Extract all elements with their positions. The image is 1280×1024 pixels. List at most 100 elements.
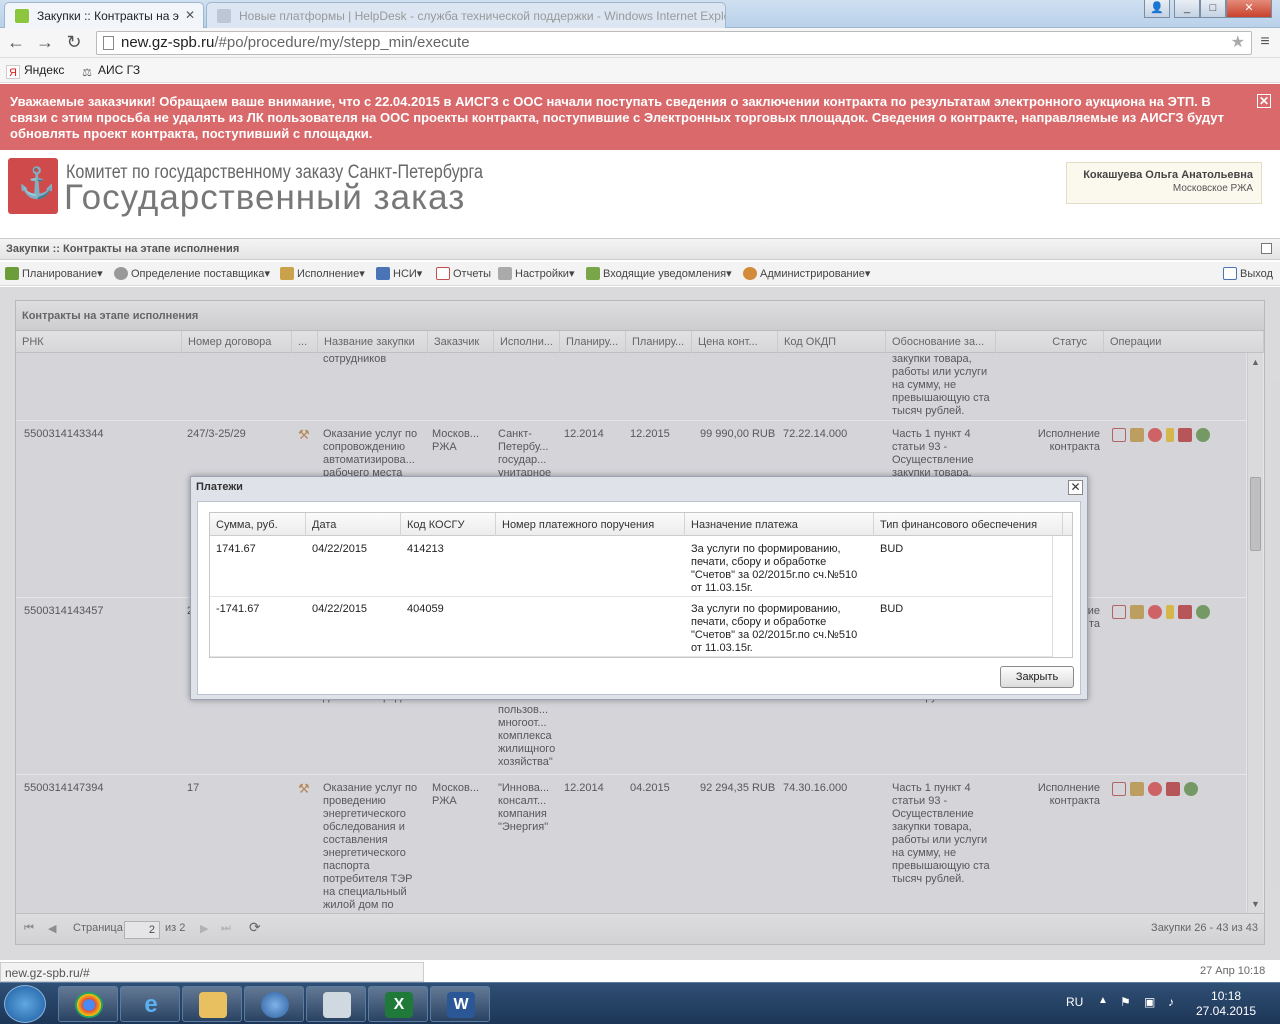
url-path: /#po/procedure/my/stepp_min/execute bbox=[214, 34, 470, 51]
menu-supplier[interactable]: Определение поставщика▾ bbox=[114, 267, 270, 280]
reload-icon[interactable]: ↻ bbox=[63, 32, 85, 54]
spb-emblem-logo: ⚓ bbox=[8, 158, 58, 214]
tray-clock[interactable]: 10:18 27.04.2015 bbox=[1196, 989, 1256, 1019]
bookmark-yandex[interactable]: Я Яндекс bbox=[6, 63, 64, 79]
taskbar-explorer[interactable] bbox=[182, 986, 242, 1022]
col-purpose[interactable]: Назначение платежа bbox=[685, 513, 874, 536]
tab-favicon-icon bbox=[15, 9, 29, 23]
ie-icon: e bbox=[144, 991, 158, 1018]
book-icon bbox=[376, 267, 390, 280]
chrome-icon bbox=[75, 992, 103, 1018]
url-domain: new.gz-spb.ru bbox=[121, 34, 215, 51]
menu-admin[interactable]: Администрирование▾ bbox=[743, 267, 870, 280]
scanner-icon bbox=[323, 992, 351, 1018]
window-close-button[interactable]: ✕ bbox=[1226, 0, 1272, 18]
page-timestamp: 27 Апр 10:18 bbox=[1200, 965, 1266, 977]
payment-sum: -1741.67 bbox=[216, 603, 260, 615]
tab-close-icon[interactable]: ✕ bbox=[185, 8, 195, 22]
menu-label: Входящие уведомления bbox=[603, 268, 727, 280]
admin-icon bbox=[743, 267, 757, 280]
bookmark-label: Яндекс bbox=[24, 63, 65, 77]
taskbar-excel[interactable]: X bbox=[368, 986, 428, 1022]
menu-label: Определение поставщика bbox=[131, 268, 265, 280]
menu-label: Отчеты bbox=[453, 268, 492, 280]
taskbar-word[interactable]: W bbox=[430, 986, 490, 1022]
menu-settings[interactable]: Настройки▾ bbox=[498, 267, 574, 280]
menu-icon[interactable]: ≡ bbox=[1254, 32, 1276, 54]
notice-close-icon[interactable]: ✕ bbox=[1257, 94, 1271, 108]
ais-icon: ⚖ bbox=[82, 67, 92, 79]
mail-icon bbox=[261, 992, 289, 1018]
payment-date: 04/22/2015 bbox=[312, 543, 368, 555]
close-button[interactable]: Закрыть bbox=[1000, 666, 1074, 688]
page-icon bbox=[103, 36, 114, 50]
site-title: Государственный заказ bbox=[64, 178, 466, 217]
tab-title: Закупки :: Контракты на э bbox=[37, 9, 179, 23]
user-info[interactable]: Кокашуева Ольга Анатольевна Московское Р… bbox=[1066, 162, 1262, 204]
logout-button[interactable]: Выход bbox=[1223, 267, 1273, 280]
menu-notifications[interactable]: Входящие уведомления▾ bbox=[586, 267, 732, 280]
payments-scrollbar[interactable] bbox=[1052, 536, 1072, 657]
main-menu: Планирование▾ Определение поставщика▾ Ис… bbox=[0, 262, 1280, 286]
network-icon[interactable]: ▣ bbox=[1144, 995, 1155, 1009]
menu-label: Исполнение bbox=[297, 268, 360, 280]
browser-tabstrip: Закупки :: Контракты на э ✕ Новые платфо… bbox=[0, 0, 1280, 28]
taskbar-chrome[interactable] bbox=[58, 986, 118, 1022]
status-url: new.gz-spb.ru/# bbox=[0, 962, 424, 982]
col-sum[interactable]: Сумма, руб. bbox=[210, 513, 306, 536]
windows-taskbar: e X W RU ▲ ⚑ ▣ ♪ 10:18 27.04.2015 bbox=[0, 982, 1280, 1024]
menu-planning[interactable]: Планирование▾ bbox=[5, 267, 103, 280]
menu-label: Планирование bbox=[22, 268, 98, 280]
flag-icon[interactable]: ⚑ bbox=[1120, 995, 1131, 1009]
word-icon: W bbox=[447, 992, 475, 1018]
minimize-button[interactable]: _ bbox=[1174, 0, 1200, 18]
tray-arrow-icon[interactable]: ▲ bbox=[1098, 995, 1108, 1006]
forward-icon[interactable]: → bbox=[34, 32, 56, 54]
payment-kosgu: 414213 bbox=[407, 543, 444, 555]
menu-nsi[interactable]: НСИ▾ bbox=[376, 267, 422, 280]
collapse-icon[interactable] bbox=[1261, 243, 1272, 254]
browser-tab-inactive[interactable]: Новые платформы | HelpDesk - служба техн… bbox=[206, 2, 726, 28]
site-header: ⚓ Комитет по государственному заказу Сан… bbox=[0, 150, 1280, 236]
taskbar-ie[interactable]: e bbox=[120, 986, 180, 1022]
user-name: Кокашуева Ольга Анатольевна bbox=[1083, 169, 1253, 181]
payment-row[interactable]: -1741.67 04/22/2015 404059 За услуги по … bbox=[210, 597, 1052, 657]
col-kosgu[interactable]: Код КОСГУ bbox=[401, 513, 496, 536]
maximize-button[interactable]: □ bbox=[1200, 0, 1226, 18]
volume-icon[interactable]: ♪ bbox=[1168, 995, 1174, 1009]
url-input[interactable]: new.gz-spb.ru/#po/procedure/my/stepp_min… bbox=[96, 31, 1252, 55]
dialog-body: Сумма, руб. Дата Код КОСГУ Номер платежн… bbox=[197, 501, 1081, 695]
yandex-icon: Я bbox=[6, 65, 20, 79]
notice-banner: Уважаемые заказчики! Обращаем ваше внима… bbox=[0, 84, 1280, 150]
bookmarks-bar: Я Яндекс ⚖ АИС ГЗ bbox=[0, 58, 1280, 83]
taskbar-scanner[interactable] bbox=[306, 986, 366, 1022]
col-payment-order[interactable]: Номер платежного поручения bbox=[496, 513, 685, 536]
clock-date: 27.04.2015 bbox=[1196, 1004, 1257, 1018]
payment-fin-type: BUD bbox=[880, 543, 904, 555]
menu-label: Настройки bbox=[515, 268, 569, 280]
browser-tab-active[interactable]: Закупки :: Контракты на э ✕ bbox=[4, 2, 204, 28]
logout-label: Выход bbox=[1240, 268, 1273, 280]
wrench-icon bbox=[498, 267, 512, 280]
col-fin-type[interactable]: Тип финансового обеспечения bbox=[874, 513, 1063, 536]
user-profile-icon[interactable]: 👤 bbox=[1144, 0, 1170, 18]
payment-fin-type: BUD bbox=[880, 603, 904, 615]
notice-text: Уважаемые заказчики! Обращаем ваше внима… bbox=[10, 94, 1225, 141]
menu-execution[interactable]: Исполнение▾ bbox=[280, 267, 365, 280]
tab-favicon-icon bbox=[217, 9, 231, 23]
clock-time: 10:18 bbox=[1211, 989, 1242, 1003]
bookmark-star-icon[interactable]: ★ bbox=[1231, 32, 1245, 54]
col-date[interactable]: Дата bbox=[306, 513, 401, 536]
payment-kosgu: 404059 bbox=[407, 603, 444, 615]
payments-table: Сумма, руб. Дата Код КОСГУ Номер платежн… bbox=[209, 512, 1073, 658]
menu-reports[interactable]: Отчеты bbox=[436, 267, 491, 280]
back-icon[interactable]: ← bbox=[5, 32, 27, 54]
start-button[interactable] bbox=[4, 985, 46, 1023]
bookmark-ais[interactable]: ⚖ АИС ГЗ bbox=[80, 63, 140, 80]
execution-icon bbox=[280, 267, 294, 280]
dialog-close-icon[interactable]: ✕ bbox=[1068, 480, 1083, 495]
taskbar-thunderbird[interactable] bbox=[244, 986, 304, 1022]
payment-row[interactable]: 1741.67 04/22/2015 414213 За услуги по ф… bbox=[210, 537, 1052, 597]
language-indicator[interactable]: RU bbox=[1066, 995, 1083, 1009]
bookmark-label: АИС ГЗ bbox=[98, 63, 141, 77]
